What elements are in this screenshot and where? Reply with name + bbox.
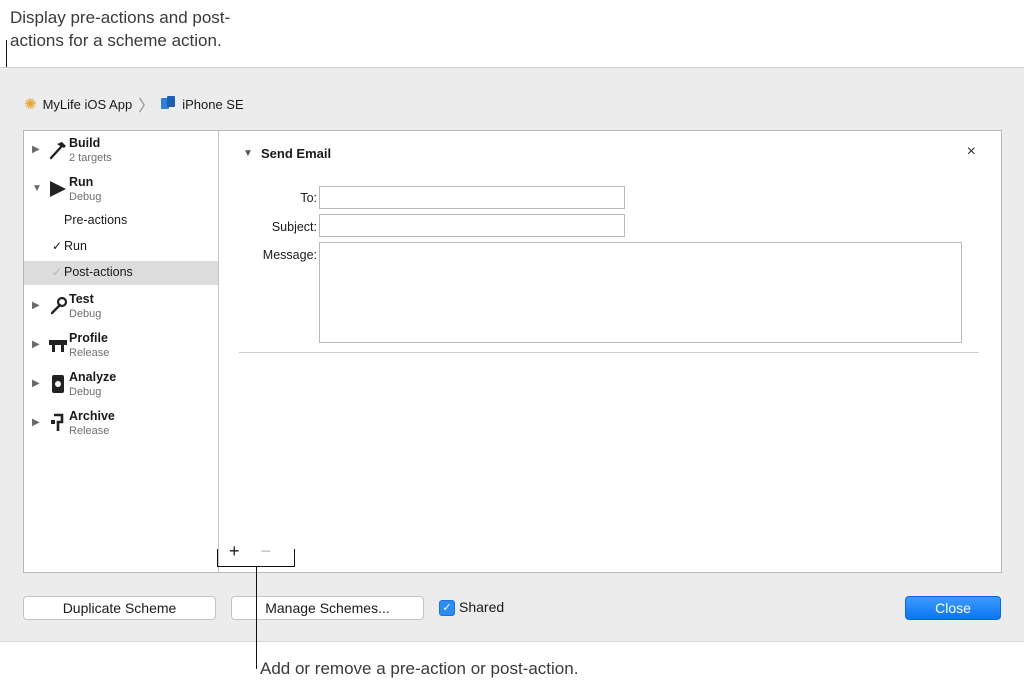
disclosure-triangle-right-icon[interactable]: ▶ [32,300,40,311]
wrench-icon [47,295,69,317]
sidebar-subitem-label: Pre-actions [64,213,128,227]
disclosure-triangle-right-icon[interactable]: ▶ [32,339,40,350]
gear-icon: ✺ [24,96,37,113]
shared-checkbox[interactable]: ✓ [439,600,455,616]
callout-top-line1: Display pre-actions and post- [10,8,231,27]
message-field[interactable] [319,242,962,343]
sidebar-item-subtitle: Release [69,425,110,437]
sidebar-item-analyze[interactable]: ▶ Analyze Debug [24,367,218,405]
disclosure-triangle-down-icon[interactable]: ▼ [243,148,253,159]
play-icon [47,178,69,200]
action-content: ▼ Send Email × To: Subject: Message: + − [219,131,1001,572]
callout-bottom-leader [256,566,257,669]
analyze-icon [47,373,69,395]
sidebar-subitem-pre-actions[interactable]: Pre-actions [24,209,218,233]
sidebar-item-build[interactable]: ▶ Build 2 targets [24,133,218,171]
scheme-editor-window: ✺ MyLife iOS App 〉 iPhone SE ▶ Build 2 t… [0,67,1024,642]
add-action-button[interactable]: + [229,541,240,561]
remove-action-button[interactable]: − [261,541,272,561]
sidebar-item-subtitle: Debug [69,386,102,398]
action-sidebar: ▶ Build 2 targets ▼ Run Debug Pre-action… [24,131,219,572]
sidebar-subitem-run[interactable]: ✓ Run [24,235,218,259]
subject-field[interactable] [319,214,625,237]
message-label: Message: [262,248,317,262]
subject-label: Subject: [271,220,317,234]
to-label: To: [300,191,317,205]
breadcrumb-separator: 〉 [138,98,155,115]
sidebar-item-subtitle: Release [69,347,110,359]
archive-icon [47,412,69,434]
sidebar-item-title: Test [69,292,94,306]
gauge-icon [47,334,69,356]
breadcrumb: ✺ MyLife iOS App 〉 iPhone SE [24,94,250,115]
section-divider [239,352,979,353]
duplicate-scheme-button[interactable]: Duplicate Scheme [23,596,216,620]
hammer-icon [47,139,69,161]
close-button[interactable]: Close [905,596,1001,620]
breadcrumb-device[interactable]: iPhone SE [182,97,243,112]
callout-bottom-bracket-left [217,549,218,566]
sidebar-subitem-label: Run [64,239,87,253]
breadcrumb-project[interactable]: MyLife iOS App [43,97,133,112]
section-title: Send Email [261,146,332,161]
sidebar-item-profile[interactable]: ▶ Profile Release [24,328,218,366]
close-icon[interactable]: × [967,143,976,161]
shared-label: Shared [459,599,505,615]
sidebar-item-subtitle: Debug [69,308,102,320]
sidebar-item-title: Run [69,175,94,189]
sidebar-item-run[interactable]: ▼ Run Debug [24,172,218,210]
sidebar-item-title: Analyze [69,370,117,384]
sidebar-item-title: Build [69,136,101,150]
sidebar-subitem-label: Post-actions [64,265,133,279]
sidebar-subitem-post-actions[interactable]: ✓ Post-actions [24,261,218,285]
callout-top: Display pre-actions and post- actions fo… [10,6,270,52]
scheme-panel: ▶ Build 2 targets ▼ Run Debug Pre-action… [23,130,1002,573]
callout-bottom: Add or remove a pre-action or post-actio… [260,659,579,678]
sidebar-item-test[interactable]: ▶ Test Debug [24,289,218,327]
add-remove-controls: + − [229,541,271,562]
sidebar-item-archive[interactable]: ▶ Archive Release [24,406,218,444]
manage-schemes-button[interactable]: Manage Schemes... [231,596,424,620]
disclosure-triangle-right-icon[interactable]: ▶ [32,378,40,389]
to-field[interactable] [319,186,625,209]
sidebar-item-title: Archive [69,409,115,423]
callout-bottom-bracket-right [294,549,295,566]
checkmark-icon: ✓ [52,239,63,253]
disclosure-triangle-right-icon[interactable]: ▶ [32,417,40,428]
sidebar-item-subtitle: 2 targets [69,152,112,164]
sidebar-item-subtitle: Debug [69,191,102,203]
device-icon [160,95,176,113]
disclosure-triangle-down-icon[interactable]: ▼ [32,183,42,194]
checkmark-icon: ✓ [52,265,63,279]
callout-top-line2: actions for a scheme action. [10,31,222,50]
disclosure-triangle-right-icon[interactable]: ▶ [32,144,40,155]
sidebar-item-title: Profile [69,331,108,345]
